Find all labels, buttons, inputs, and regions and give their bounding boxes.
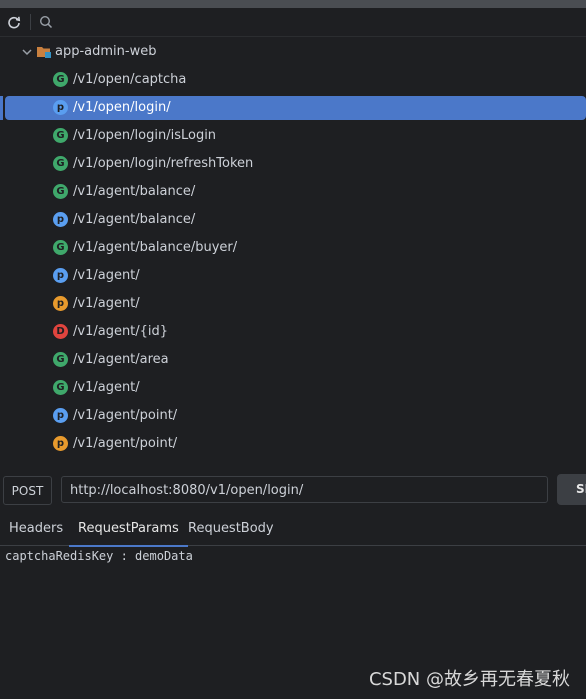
endpoint-path: /v1/agent/point/ [73,408,178,423]
method-get-icon: G [53,184,68,199]
tab-headers[interactable]: Headers [9,515,63,545]
refresh-icon[interactable] [4,12,24,32]
endpoint-item[interactable]: p/v1/agent/balance/ [0,206,586,234]
method-get-icon: G [53,156,68,171]
chevron-down-icon[interactable] [20,45,34,59]
endpoint-path: /v1/agent/balance/buyer/ [73,240,238,255]
endpoint-path: /v1/open/captcha [73,72,187,87]
method-get-icon: G [53,72,68,87]
url-input[interactable]: http://localhost:8080/v1/open/login/ [61,476,548,503]
endpoint-item[interactable]: p/v1/agent/ [0,262,586,290]
window-top-strip [0,0,586,8]
endpoint-path: /v1/agent/ [73,380,140,395]
endpoint-path: /v1/open/login/refreshToken [73,156,254,171]
method-post-icon: p [53,268,68,283]
watermark: CSDN @故乡再无春夏秋 [368,669,570,690]
method-post-icon: p [53,212,68,227]
selection-edge [0,96,3,120]
endpoint-item[interactable]: G/v1/agent/ [0,374,586,402]
endpoint-path: /v1/agent/ [73,268,140,283]
endpoint-path: /v1/agent/ [73,296,140,311]
endpoint-item[interactable]: G/v1/agent/balance/buyer/ [0,234,586,262]
method-put-icon: p [53,296,68,311]
endpoint-item[interactable]: G/v1/agent/area [0,346,586,374]
endpoint-path: /v1/agent/{id} [73,324,169,339]
method-get-icon: G [53,380,68,395]
endpoint-path: /v1/agent/area [73,352,169,367]
endpoint-item[interactable]: p/v1/agent/point/ [0,402,586,430]
send-button[interactable]: SE [557,474,586,505]
search-icon[interactable] [36,12,56,32]
endpoint-item[interactable]: G/v1/open/login/isLogin [0,122,586,150]
endpoint-item[interactable]: p/v1/open/login/ [0,94,586,122]
request-tabs: Headers RequestParams RequestBody [0,515,586,547]
method-get-icon: G [53,128,68,143]
method-get-icon: G [53,352,68,367]
method-post-icon: p [53,100,68,115]
endpoint-item[interactable]: p/v1/agent/ [0,290,586,318]
endpoint-item[interactable]: G/v1/open/login/refreshToken [0,150,586,178]
endpoint-item[interactable]: G/v1/agent/balance/ [0,178,586,206]
endpoint-path: /v1/open/login/isLogin [73,128,217,143]
method-get-icon: G [53,240,68,255]
module-folder-icon [36,45,52,59]
endpoint-item[interactable]: G/v1/open/captcha [0,66,586,94]
tree-root-label: app-admin-web [55,44,157,59]
request-params-content[interactable]: captchaRedisKey : demoData [5,549,193,563]
endpoint-item[interactable]: p/v1/agent/point/ [0,430,586,458]
http-method-select[interactable]: POST [3,476,52,505]
tab-request-params[interactable]: RequestParams [69,515,188,547]
method-post-icon: p [53,408,68,423]
endpoint-path: /v1/agent/balance/ [73,184,196,199]
toolbar-separator [30,14,31,30]
request-url-bar: POST http://localhost:8080/v1/open/login… [0,474,586,506]
endpoint-path: /v1/agent/point/ [73,436,178,451]
endpoint-path: /v1/agent/balance/ [73,212,196,227]
tab-request-body[interactable]: RequestBody [188,515,274,545]
toolbar [0,8,586,37]
method-put-icon: p [53,436,68,451]
endpoint-path: /v1/open/login/ [73,100,171,115]
method-delete-icon: D [53,324,68,339]
tree-root-app-admin-web[interactable]: app-admin-web [0,38,586,66]
endpoint-item[interactable]: D/v1/agent/{id} [0,318,586,346]
